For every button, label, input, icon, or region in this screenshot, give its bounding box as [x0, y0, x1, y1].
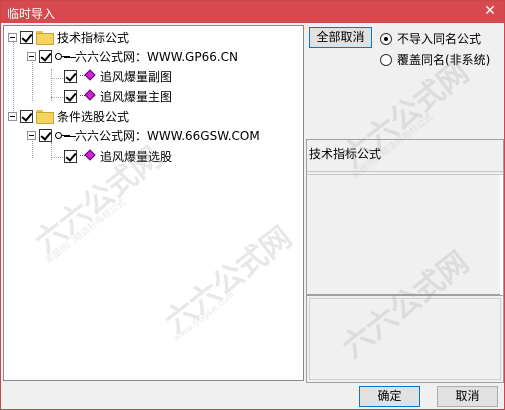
- scrollbar[interactable]: [500, 175, 503, 295]
- checkbox-formula[interactable]: [64, 69, 77, 83]
- import-dialog: 临时导入 ✕ 技术指标公式 六六公式网：WWW.GP66.CN 追风爆量副图 追…: [0, 0, 505, 410]
- tree-node-source-66gsw[interactable]: 六六公式网：WWW.66GSW.COM: [27, 126, 260, 144]
- checkbox-formula[interactable]: [64, 89, 77, 103]
- ok-button[interactable]: 确定: [359, 386, 420, 407]
- title-bar: 临时导入 ✕: [1, 1, 504, 23]
- collapse-icon[interactable]: [27, 51, 36, 61]
- window-title: 临时导入: [7, 7, 56, 21]
- folder-icon: [36, 110, 54, 124]
- preview-area[interactable]: [309, 298, 501, 380]
- description-text-area[interactable]: [307, 174, 503, 295]
- radio-skip-duplicates[interactable]: 不导入同名公式: [380, 30, 481, 47]
- tree-node-source-gp66[interactable]: 六六公式网：WWW.GP66.CN: [27, 47, 238, 65]
- tree-node-formula[interactable]: 追风爆量副图: [64, 67, 172, 85]
- tree-node-label: 追风爆量副图: [100, 69, 173, 84]
- formula-gem-icon: [80, 149, 96, 162]
- divider: [307, 171, 503, 172]
- description-title: 技术指标公式: [309, 147, 382, 161]
- close-icon[interactable]: ✕: [482, 3, 498, 19]
- tree-node-label: 追风爆量主图: [100, 89, 173, 104]
- formula-tree[interactable]: 技术指标公式 六六公式网：WWW.GP66.CN 追风爆量副图 追风爆量主图 条…: [3, 25, 304, 381]
- radio-button[interactable]: [380, 32, 392, 45]
- collapse-icon[interactable]: [8, 111, 17, 121]
- tree-node-label: 技术指标公式: [57, 30, 130, 45]
- tree-node-technical-indicators[interactable]: 技术指标公式: [8, 28, 129, 46]
- radio-label: 覆盖同名(非系统): [397, 53, 491, 67]
- preview-panel: [306, 295, 504, 383]
- checkbox-formula[interactable]: [64, 149, 77, 163]
- key-icon: [55, 130, 71, 140]
- collapse-icon[interactable]: [27, 130, 36, 140]
- radio-label: 不导入同名公式: [397, 32, 482, 46]
- formula-gem-icon: [80, 69, 96, 82]
- watermark-url: www.66gsw.com: [172, 290, 237, 344]
- key-icon: [55, 51, 71, 61]
- tree-node-formula[interactable]: 追风爆量主图: [64, 87, 172, 105]
- tree-node-label: 六六公式网：WWW.66GSW.COM: [75, 128, 260, 143]
- tree-node-formula[interactable]: 追风爆量选股: [64, 147, 172, 165]
- watermark-brand: 六六公式网: [158, 219, 299, 340]
- tree-node-stock-screening[interactable]: 条件选股公式: [8, 107, 129, 125]
- cancel-button[interactable]: 取消: [437, 386, 498, 407]
- watermark-tagline: 紧跟热门精选好指标公式: [43, 197, 129, 267]
- collapse-icon[interactable]: [8, 32, 17, 42]
- deselect-all-button[interactable]: 全部取消: [309, 27, 372, 48]
- radio-button[interactable]: [380, 53, 392, 66]
- description-panel: 技术指标公式: [306, 139, 504, 295]
- checkbox-stock-screening[interactable]: [20, 109, 33, 123]
- radio-overwrite-duplicates[interactable]: 覆盖同名(非系统): [380, 51, 490, 68]
- checkbox-technical-indicators[interactable]: [20, 30, 33, 44]
- folder-icon: [36, 31, 54, 45]
- tree-node-label: 追风爆量选股: [100, 149, 173, 164]
- tree-node-label: 六六公式网：WWW.GP66.CN: [75, 49, 239, 64]
- formula-gem-icon: [80, 89, 96, 102]
- checkbox-source-66gsw[interactable]: [39, 128, 52, 142]
- checkbox-source-gp66[interactable]: [39, 49, 52, 63]
- tree-node-label: 条件选股公式: [57, 109, 130, 124]
